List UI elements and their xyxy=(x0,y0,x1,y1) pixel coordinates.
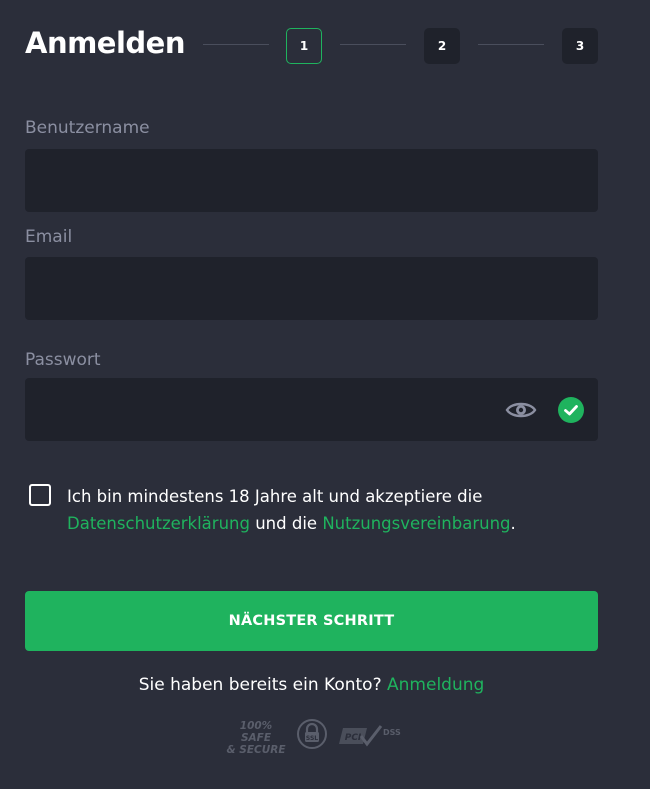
agreement-text-middle: und die xyxy=(249,514,323,533)
username-input[interactable] xyxy=(25,149,598,212)
agreement-text: Ich bin mindestens 18 Jahre alt und akze… xyxy=(67,483,587,537)
email-input[interactable] xyxy=(25,257,598,320)
email-label: Email xyxy=(25,227,73,247)
safe-badge-line1: 100% SAFE xyxy=(239,720,273,744)
signup-header: Anmelden 1 2 3 xyxy=(25,22,600,66)
email-field-box xyxy=(25,257,598,320)
step-connector xyxy=(203,44,269,45)
pci-dss-badge-icon: PCI DSS xyxy=(339,725,401,747)
terms-of-use-link[interactable]: Nutzungsvereinbarung xyxy=(322,514,510,533)
ssl-lock-badge-icon: SSL xyxy=(297,719,327,749)
pci-badge-text: PCI xyxy=(345,733,362,743)
step-1: 1 xyxy=(286,28,322,64)
dss-badge-text: DSS xyxy=(383,728,401,737)
step-connector xyxy=(478,44,544,45)
login-prompt-text: Sie haben bereits ein Konto? xyxy=(138,675,382,695)
username-field-box xyxy=(25,149,598,212)
agree-checkbox[interactable] xyxy=(29,484,51,506)
check-circle-icon xyxy=(558,397,584,423)
username-label: Benutzername xyxy=(25,118,150,138)
step-connector xyxy=(340,44,406,45)
password-label: Passwort xyxy=(25,350,101,370)
login-prompt: Sie haben bereits ein Konto? Anmeldung xyxy=(0,675,623,695)
next-step-button[interactable]: NÄCHSTER SCHRITT xyxy=(25,591,598,651)
step-2: 2 xyxy=(424,28,460,64)
ssl-badge-text: SSL xyxy=(306,735,318,742)
privacy-policy-link[interactable]: Datenschutzerklärung xyxy=(67,514,250,533)
login-link[interactable]: Anmeldung xyxy=(387,675,484,695)
eye-icon[interactable] xyxy=(505,398,537,422)
agreement-text-after: . xyxy=(510,514,516,533)
safe-secure-badge: 100% SAFE & SECURE xyxy=(225,720,287,756)
agreement-text-before: Ich bin mindestens 18 Jahre alt und akze… xyxy=(67,487,483,506)
password-field-box xyxy=(25,378,598,441)
page-title: Anmelden xyxy=(25,26,186,60)
security-badges: 100% SAFE & SECURE SSL PCI DSS xyxy=(225,716,405,756)
safe-badge-line2: & SECURE xyxy=(226,744,286,756)
step-3: 3 xyxy=(562,28,598,64)
